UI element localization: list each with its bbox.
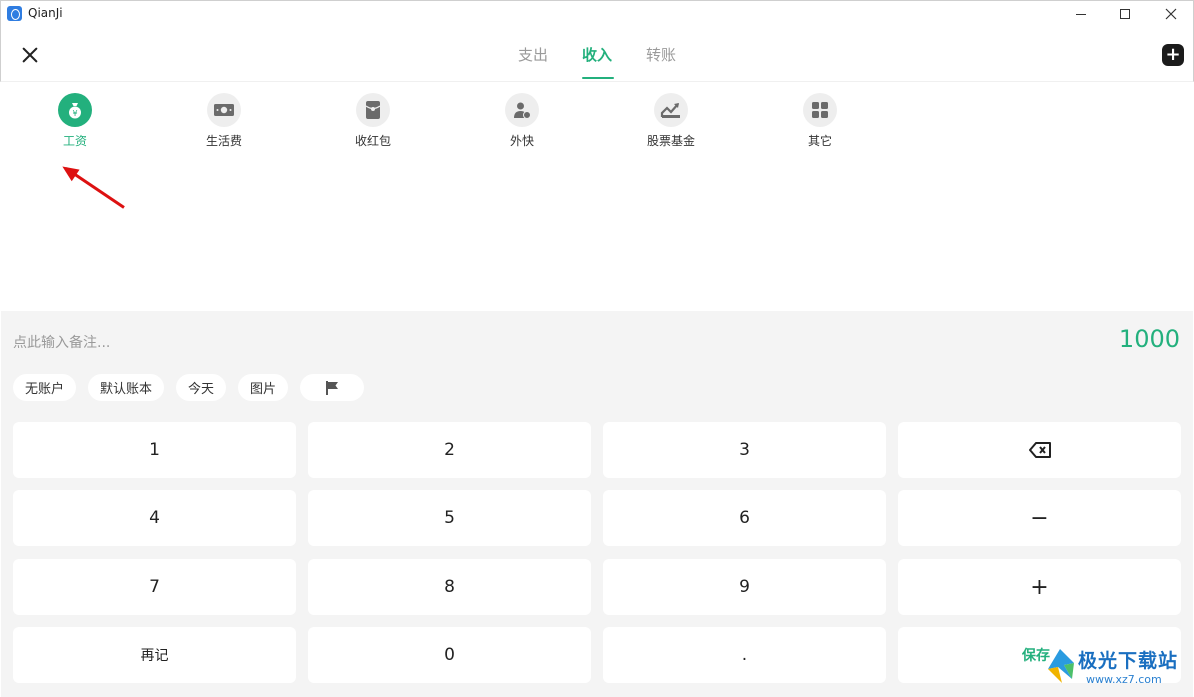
image-chip[interactable]: 图片: [238, 374, 289, 401]
key-1[interactable]: 1: [13, 422, 296, 478]
watermark-logo-icon: [1048, 649, 1074, 683]
backspace-icon: [1028, 442, 1051, 458]
minimize-icon: [1076, 13, 1086, 15]
category-label: 工资: [62, 134, 87, 148]
key-6[interactable]: 6: [603, 490, 886, 546]
date-chip[interactable]: 今天: [176, 374, 227, 401]
category-label: 收红包: [354, 134, 391, 148]
key-plus[interactable]: +: [898, 559, 1181, 615]
close-icon: [1165, 8, 1177, 20]
key-8[interactable]: 8: [308, 559, 591, 615]
red-envelope-icon: [356, 93, 390, 127]
key-9[interactable]: 9: [603, 559, 886, 615]
add-category-button[interactable]: +: [1162, 44, 1184, 66]
app-logo-icon: [7, 6, 22, 21]
key-5[interactable]: 5: [308, 490, 591, 546]
cash-note-icon: [207, 93, 241, 127]
category-living-expenses[interactable]: 生活费: [179, 93, 269, 149]
minimize-button[interactable]: [1058, 1, 1104, 27]
money-bag-icon: ¥: [58, 93, 92, 127]
category-side-income[interactable]: 外快: [477, 93, 567, 149]
person-coin-icon: [505, 93, 539, 127]
key-decimal[interactable]: .: [603, 627, 886, 683]
watermark-text: 极光下载站: [1078, 650, 1179, 672]
category-label: 其它: [807, 134, 832, 148]
amount-display: 1000: [1118, 325, 1180, 353]
key-2[interactable]: 2: [308, 422, 591, 478]
key-7[interactable]: 7: [13, 559, 296, 615]
option-chips: 无账户 默认账本 今天 图片: [13, 374, 365, 401]
flag-icon: [326, 380, 339, 395]
category-label: 外快: [509, 134, 534, 148]
grid-icon: [803, 93, 837, 127]
key-3[interactable]: 3: [603, 422, 886, 478]
flag-chip[interactable]: [300, 374, 365, 401]
window-title: QianJi: [28, 6, 63, 20]
category-grid: ¥ 工资 生活费 收红包 外快 股票基金 其它: [1, 83, 1193, 311]
category-label: 生活费: [205, 134, 242, 148]
key-minus[interactable]: −: [898, 490, 1181, 546]
category-salary[interactable]: ¥ 工资: [30, 93, 120, 149]
entry-panel: 点此输入备注... 1000 无账户 默认账本 今天 图片 1 2 3 4 5 …: [1, 311, 1193, 697]
maximize-button[interactable]: [1102, 1, 1148, 27]
tab-income[interactable]: 收入: [582, 44, 612, 65]
watermark: 极光下载站 www.xz7.com: [1040, 645, 1190, 693]
category-label: 股票基金: [646, 134, 695, 148]
tab-expense[interactable]: 支出: [518, 44, 548, 65]
key-4[interactable]: 4: [13, 490, 296, 546]
category-stocks-funds[interactable]: 股票基金: [626, 93, 716, 149]
maximize-icon: [1120, 9, 1130, 19]
key-0[interactable]: 0: [308, 627, 591, 683]
category-red-envelope[interactable]: 收红包: [328, 93, 418, 149]
record-again-button[interactable]: 再记: [13, 627, 296, 683]
book-chip[interactable]: 默认账本: [88, 374, 165, 401]
window-close-button[interactable]: [1148, 1, 1194, 27]
type-tabs: 支出 收入 转账: [1, 26, 1194, 82]
account-chip[interactable]: 无账户: [13, 374, 77, 401]
title-bar: QianJi: [0, 0, 1194, 26]
backspace-button[interactable]: [898, 422, 1181, 478]
stock-chart-icon: [654, 93, 688, 127]
note-input[interactable]: 点此输入备注...: [13, 332, 110, 352]
header: 支出 收入 转账 +: [0, 26, 1194, 82]
watermark-url: www.xz7.com: [1086, 673, 1162, 686]
svg-text:¥: ¥: [72, 109, 77, 118]
active-tab-indicator: [582, 77, 614, 79]
category-other[interactable]: 其它: [775, 93, 865, 149]
tab-transfer[interactable]: 转账: [646, 44, 676, 65]
